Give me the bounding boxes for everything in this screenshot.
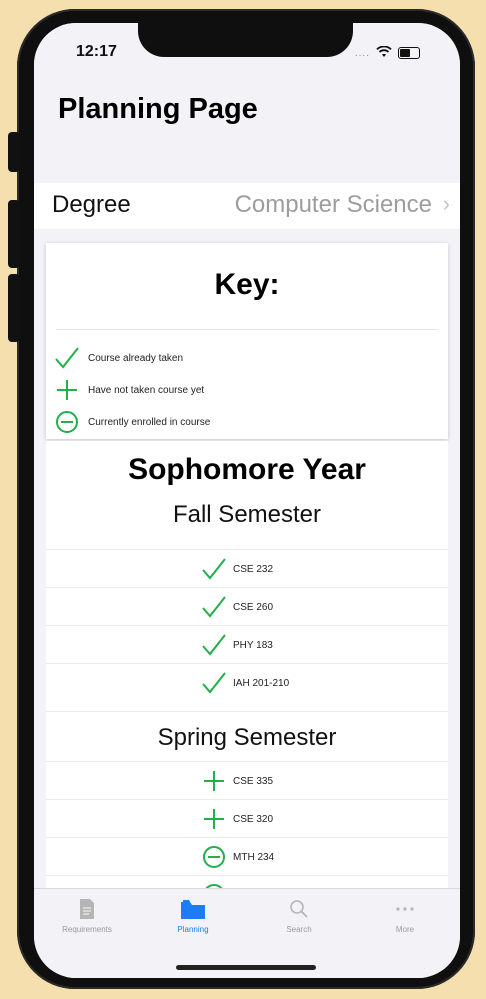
mute-switch (8, 132, 20, 172)
course-row[interactable]: CSE 232 (46, 549, 448, 588)
chevron-right-icon: › (442, 191, 450, 216)
check-icon (202, 672, 226, 694)
battery-icon (398, 47, 420, 59)
course-row[interactable]: CSE 320 (46, 799, 448, 838)
course-row[interactable]: CSE 260 (46, 587, 448, 626)
semester-title-spring: Spring Semester (46, 711, 448, 752)
course-code: CSE 260 (233, 601, 274, 613)
status-icons: .... (355, 45, 420, 61)
course-row[interactable]: MTH 234 (46, 837, 448, 876)
course-row[interactable]: PHY 183 (46, 625, 448, 664)
folder-icon (181, 900, 205, 919)
tab-bar: Requirements Planning Search More (34, 888, 460, 978)
signal-icon: .... (354, 47, 370, 59)
key-card: Key: Course already taken Have not taken… (46, 243, 448, 439)
document-icon (80, 899, 94, 919)
more-icon (396, 907, 414, 911)
search-icon (290, 900, 308, 918)
key-item-not-taken: Have not taken course yet (54, 375, 204, 405)
key-item-enrolled: Currently enrolled in course (54, 407, 210, 437)
year-title: Sophomore Year (128, 453, 366, 486)
plus-icon (57, 380, 77, 400)
tab-more[interactable]: More (352, 897, 458, 934)
course-row[interactable]: CSE 335 (46, 761, 448, 800)
degree-value: Computer Science (234, 191, 432, 218)
tab-requirements[interactable]: Requirements (34, 897, 140, 934)
key-title: Key: (214, 268, 280, 301)
volume-down-button (8, 274, 20, 342)
course-code: CSE 335 (233, 775, 274, 787)
tab-label: Search (286, 925, 312, 934)
key-item-label: Have not taken course yet (88, 384, 205, 396)
volume-up-button (8, 200, 20, 268)
course-code: MTH 234 (233, 851, 275, 863)
check-icon (202, 634, 226, 656)
key-item-label: Course already taken (88, 352, 184, 364)
course-row-partial[interactable] (46, 875, 448, 889)
tab-label: Planning (177, 925, 209, 934)
status-time: 12:17 (76, 43, 117, 60)
course-row[interactable]: IAH 201-210 (46, 663, 448, 702)
tab-search[interactable]: Search (246, 897, 352, 934)
page-title: Planning Page (58, 93, 258, 125)
plus-icon (204, 771, 224, 791)
wifi-icon (376, 45, 392, 61)
check-icon (202, 596, 226, 618)
planning-content[interactable]: Key: Course already taken Have not taken… (34, 229, 460, 889)
key-divider (56, 329, 438, 330)
tab-label: More (395, 925, 415, 934)
notch (138, 23, 353, 57)
degree-label: Degree (52, 191, 131, 218)
tab-label: Requirements (62, 925, 112, 934)
course-code: IAH 201-210 (233, 677, 290, 689)
minus-circle-icon (56, 411, 78, 433)
course-code: CSE 320 (233, 813, 274, 825)
minus-circle-icon (203, 846, 225, 868)
semester-title-fall: Fall Semester (172, 501, 322, 528)
plus-icon (204, 809, 224, 829)
course-code: CSE 232 (233, 563, 274, 575)
home-indicator[interactable] (176, 965, 316, 970)
check-icon (55, 347, 79, 369)
degree-row[interactable]: Degree Computer Science › (34, 183, 460, 230)
course-code: PHY 183 (233, 639, 273, 651)
key-item-taken: Course already taken (54, 343, 183, 373)
check-icon (202, 558, 226, 580)
screen: 12:17 .... Planning Page Degree Computer… (34, 23, 460, 978)
tab-planning[interactable]: Planning (140, 897, 246, 934)
year-card: Sophomore Year Fall Semester CSE 232 CSE… (46, 441, 448, 889)
key-item-label: Currently enrolled in course (88, 416, 211, 428)
